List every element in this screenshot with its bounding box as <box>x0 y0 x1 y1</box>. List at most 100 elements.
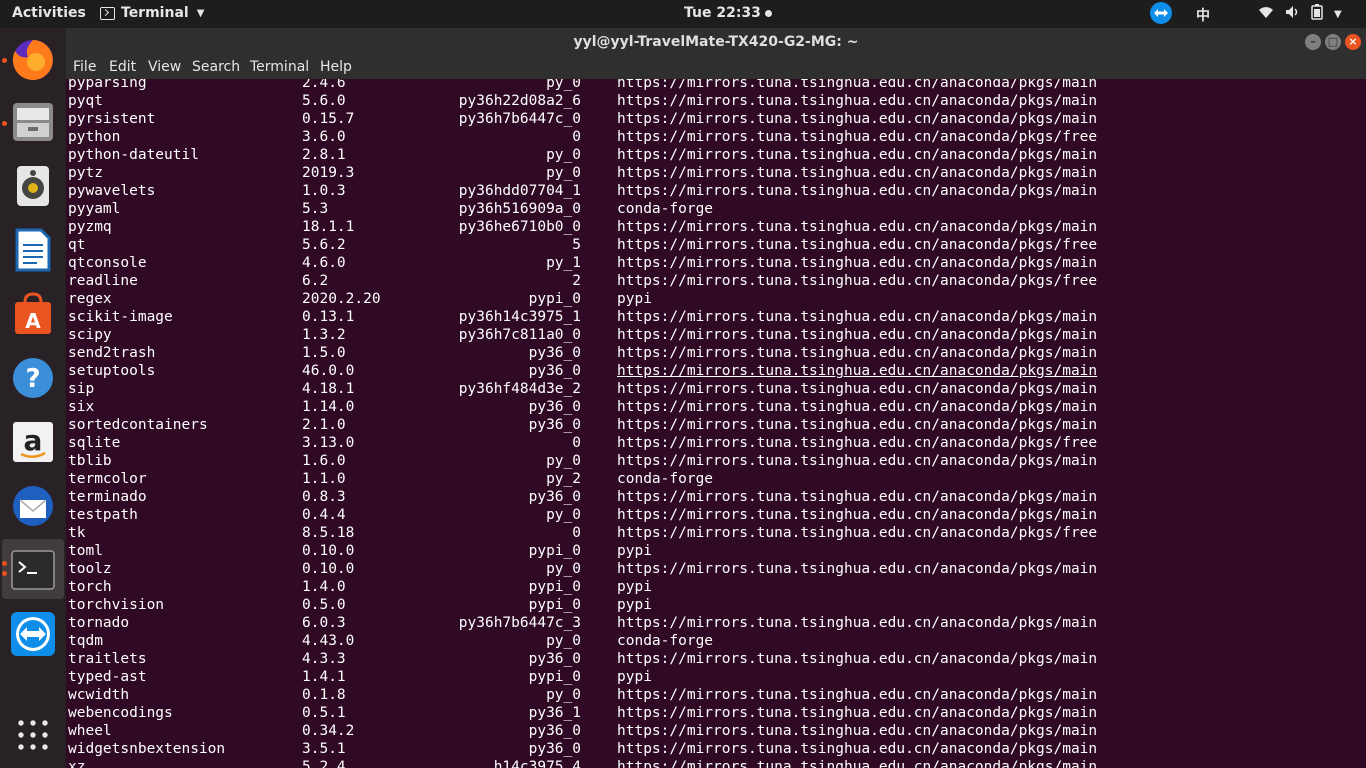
package-channel[interactable]: https://mirrors.tuna.tsinghua.edu.cn/ana… <box>617 722 1097 740</box>
clock[interactable]: Tue 22:33 <box>684 5 772 21</box>
close-button[interactable]: × <box>1345 34 1361 50</box>
package-build: py_0 <box>546 561 581 577</box>
files-icon[interactable] <box>9 98 57 146</box>
terminal-icon[interactable] <box>9 546 57 594</box>
package-name: termcolor <box>68 471 147 487</box>
show-applications-icon[interactable] <box>9 711 57 759</box>
package-channel[interactable]: https://mirrors.tuna.tsinghua.edu.cn/ana… <box>617 740 1097 758</box>
package-name: wheel <box>68 723 112 739</box>
package-build: pypi_0 <box>528 291 581 307</box>
package-channel[interactable]: https://mirrors.tuna.tsinghua.edu.cn/ana… <box>617 308 1097 326</box>
package-build: pypi_0 <box>528 543 581 559</box>
package-channel[interactable]: https://mirrors.tuna.tsinghua.edu.cn/ana… <box>617 452 1097 470</box>
package-channel[interactable]: https://mirrors.tuna.tsinghua.edu.cn/ana… <box>617 506 1097 524</box>
package-version: 2020.2.20 <box>302 291 381 307</box>
svg-text:?: ? <box>25 364 40 394</box>
app-menu[interactable]: Terminal ▼ <box>100 5 204 21</box>
package-version: 5.3 <box>302 201 329 217</box>
package-channel[interactable]: https://mirrors.tuna.tsinghua.edu.cn/ana… <box>617 758 1097 768</box>
menu-edit[interactable]: Edit <box>109 59 136 75</box>
package-version: 6.2 <box>302 273 329 289</box>
teamviewer-tray-icon[interactable] <box>1150 2 1172 24</box>
menu-search[interactable]: Search <box>192 59 240 75</box>
package-channel[interactable]: https://mirrors.tuna.tsinghua.edu.cn/ana… <box>617 218 1097 236</box>
activities-button[interactable]: Activities <box>12 5 86 21</box>
running-indicator <box>2 58 7 63</box>
package-channel[interactable]: https://mirrors.tuna.tsinghua.edu.cn/ana… <box>617 362 1097 380</box>
package-version: 1.4.0 <box>302 579 346 595</box>
power-menu-caret-icon: ▼ <box>1334 8 1342 20</box>
package-version: 46.0.0 <box>302 363 355 379</box>
system-tray[interactable]: ▼ <box>1258 4 1342 24</box>
package-channel[interactable]: https://mirrors.tuna.tsinghua.edu.cn/ana… <box>617 236 1097 254</box>
package-version: 0.8.3 <box>302 489 346 505</box>
package-build: py36h7b6447c_3 <box>458 615 581 631</box>
package-build: py36hdd07704_1 <box>458 183 581 199</box>
package-channel: pypi <box>617 579 652 595</box>
package-version: 0.5.0 <box>302 597 346 613</box>
running-indicator <box>2 561 7 566</box>
package-name: six <box>68 399 95 415</box>
window-title-bar[interactable]: yyl@yyl-TravelMate-TX420-G2-MG: ~ – □ × <box>66 28 1366 58</box>
package-name: qtconsole <box>68 255 147 271</box>
package-channel[interactable]: https://mirrors.tuna.tsinghua.edu.cn/ana… <box>617 146 1097 164</box>
package-build: py36hf484d3e_2 <box>458 381 581 397</box>
menu-terminal[interactable]: Terminal <box>250 59 309 75</box>
package-build: py36_0 <box>528 399 581 415</box>
package-channel[interactable]: https://mirrors.tuna.tsinghua.edu.cn/ana… <box>617 182 1097 200</box>
package-version: 4.3.3 <box>302 651 346 667</box>
package-channel[interactable]: https://mirrors.tuna.tsinghua.edu.cn/ana… <box>617 326 1097 344</box>
minimize-button[interactable]: – <box>1305 34 1321 50</box>
package-channel[interactable]: https://mirrors.tuna.tsinghua.edu.cn/ana… <box>617 79 1097 92</box>
package-channel[interactable]: https://mirrors.tuna.tsinghua.edu.cn/ana… <box>617 560 1097 578</box>
package-build: py_0 <box>546 147 581 163</box>
package-build: pypi_0 <box>528 579 581 595</box>
package-channel[interactable]: https://mirrors.tuna.tsinghua.edu.cn/ana… <box>617 434 1097 452</box>
package-channel[interactable]: https://mirrors.tuna.tsinghua.edu.cn/ana… <box>617 686 1097 704</box>
package-name: pytz <box>68 165 103 181</box>
help-icon[interactable]: ? <box>9 354 57 402</box>
package-build: 0 <box>572 129 581 145</box>
package-channel[interactable]: https://mirrors.tuna.tsinghua.edu.cn/ana… <box>617 272 1097 290</box>
package-version: 0.10.0 <box>302 561 355 577</box>
package-channel[interactable]: https://mirrors.tuna.tsinghua.edu.cn/ana… <box>617 488 1097 506</box>
package-build: 0 <box>572 525 581 541</box>
rhythmbox-icon[interactable] <box>9 162 57 210</box>
package-channel[interactable]: https://mirrors.tuna.tsinghua.edu.cn/ana… <box>617 380 1097 398</box>
package-version: 1.4.1 <box>302 669 346 685</box>
package-channel[interactable]: https://mirrors.tuna.tsinghua.edu.cn/ana… <box>617 92 1097 110</box>
package-channel[interactable]: https://mirrors.tuna.tsinghua.edu.cn/ana… <box>617 128 1097 146</box>
package-channel[interactable]: https://mirrors.tuna.tsinghua.edu.cn/ana… <box>617 704 1097 722</box>
package-channel[interactable]: https://mirrors.tuna.tsinghua.edu.cn/ana… <box>617 398 1097 416</box>
maximize-button[interactable]: □ <box>1325 34 1341 50</box>
package-version: 1.0.3 <box>302 183 346 199</box>
package-version: 2.1.0 <box>302 417 346 433</box>
package-version: 2.8.1 <box>302 147 346 163</box>
package-channel[interactable]: https://mirrors.tuna.tsinghua.edu.cn/ana… <box>617 110 1097 128</box>
input-method-indicator[interactable]: 中 <box>1196 5 1210 25</box>
package-channel[interactable]: https://mirrors.tuna.tsinghua.edu.cn/ana… <box>617 524 1097 542</box>
package-build: py36_0 <box>528 723 581 739</box>
package-channel[interactable]: https://mirrors.tuna.tsinghua.edu.cn/ana… <box>617 164 1097 182</box>
software-center-icon[interactable]: A <box>9 290 57 338</box>
menu-file[interactable]: File <box>73 59 96 75</box>
package-channel[interactable]: https://mirrors.tuna.tsinghua.edu.cn/ana… <box>617 650 1097 668</box>
amazon-icon[interactable]: a <box>9 418 57 466</box>
package-channel[interactable]: https://mirrors.tuna.tsinghua.edu.cn/ana… <box>617 344 1097 362</box>
package-channel[interactable]: https://mirrors.tuna.tsinghua.edu.cn/ana… <box>617 614 1097 632</box>
package-build: py_0 <box>546 633 581 649</box>
thunderbird-icon[interactable] <box>9 482 57 530</box>
caret-down-icon: ▼ <box>196 7 205 19</box>
firefox-icon[interactable] <box>9 36 57 84</box>
teamviewer-icon[interactable] <box>9 610 57 658</box>
menu-help[interactable]: Help <box>320 59 352 75</box>
battery-icon <box>1310 4 1324 24</box>
terminal-output[interactable]: pyparsing 2.4.6 py_0 https://mirrors.tuna.t… <box>66 79 1366 768</box>
package-channel[interactable]: https://mirrors.tuna.tsinghua.edu.cn/ana… <box>617 416 1097 434</box>
package-channel[interactable]: https://mirrors.tuna.tsinghua.edu.cn/ana… <box>617 254 1097 272</box>
libreoffice-writer-icon[interactable] <box>9 226 57 274</box>
package-version: 1.14.0 <box>302 399 355 415</box>
menu-view[interactable]: View <box>148 59 181 75</box>
package-version: 3.13.0 <box>302 435 355 451</box>
package-name: pyrsistent <box>68 111 156 127</box>
